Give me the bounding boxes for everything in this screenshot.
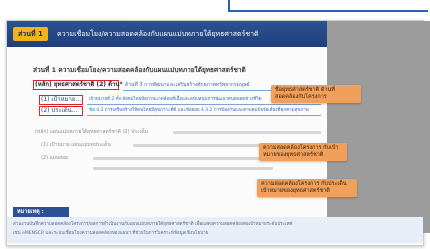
faint-row-1-field[interactable]	[173, 131, 321, 134]
goal-1-underline	[87, 104, 321, 105]
callout-goal: ความสอดคล้องโครงการ กับเป้าหมายของยุทธศา…	[259, 143, 347, 161]
notes-label: หมายเหตุ :	[13, 207, 69, 217]
goal-1-label: (1) เป้าหมาย...	[41, 96, 82, 103]
strategy-label: (หลัก) ยุทธศาสตร์ชาติ (2) ด้าน*	[35, 81, 123, 88]
notes-line-2: เช่น eMENSCR และระบบเชื่อมโยงความสอดคล้อ…	[13, 231, 209, 236]
faint-row-2: (1) เป้าหมาย แผนแม่บทประเด็น	[41, 142, 111, 148]
faint-row-3: (2) แผนย่อย	[41, 155, 69, 161]
callout-issue: ความสอดคล้องโครงการ กับประเด็นเป้าหมายขอ…	[257, 179, 357, 197]
faint-row-4-field[interactable]	[93, 167, 273, 170]
callout-strategy: ชื่อยุทธศาสตร์ชาติ ด้านที่สอดคล้องกับโคร…	[271, 85, 361, 103]
goal-2-underline	[87, 115, 321, 116]
goal-1-value[interactable]: เป้าหมายที่ 2 ทั้ง สังคมไทยมีสภาพแวดล้อม…	[89, 96, 262, 104]
strategy-value[interactable]: ด้านที่ 3 การพัฒนาและเสริมสร้างศักยภาพทร…	[125, 81, 250, 89]
goal-2-label: (2) ประเด็น...	[41, 107, 78, 114]
notes-band: ส่วนงานบันทึกความสอดคล้องโครงการ/ผลการดำ…	[7, 217, 423, 243]
side-panel	[327, 21, 430, 233]
goal-2-value[interactable]: ข้อ 4.3 การเสริมสร้างให้คนไทยมีสุขภาวะที…	[89, 107, 309, 115]
accent-line-horizontal	[228, 10, 428, 12]
faint-row-1: (หลัก) แผนแม่บทภายใต้ยุทธศาสตร์ชาติ (2) …	[35, 129, 149, 135]
section-title: ส่วนที่ 1 ความเชื่อมโยง/ความสอดคล้องกับแ…	[33, 66, 246, 74]
document-slide: ส่วนที่ 1 ความเชื่อมโยง/ความสอดคล้องกับแ…	[6, 20, 430, 246]
header-title: ความเชื่อมโยง/ความสอดคล้องกับแผนแม่บทภาย…	[57, 30, 259, 38]
section-badge: ส่วนที่ 1	[13, 27, 48, 41]
notes-line-1: ส่วนงานบันทึกความสอดคล้องโครงการ/ผลการดำ…	[13, 222, 293, 227]
